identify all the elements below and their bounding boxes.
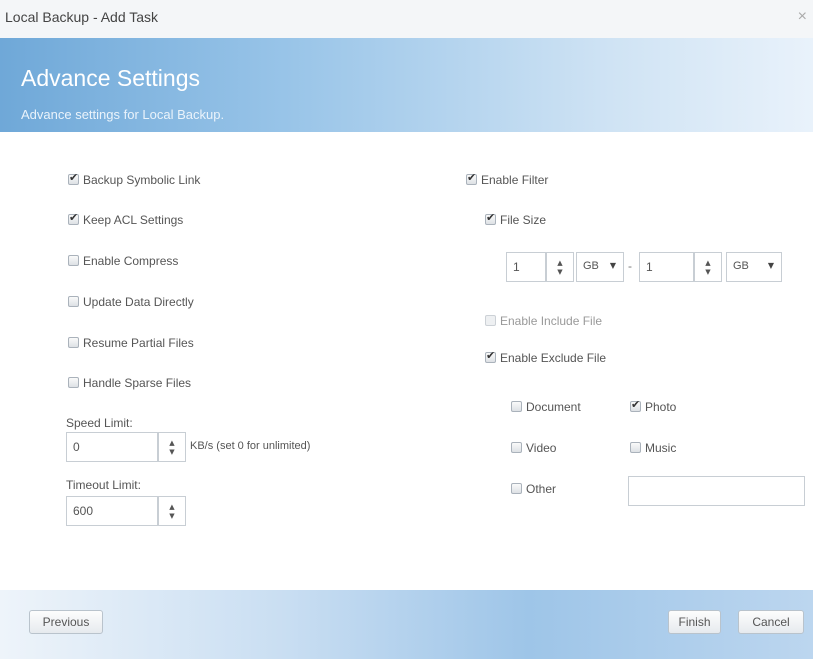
exclude-type-photo[interactable]: Photo	[630, 398, 677, 414]
checkbox-document[interactable]	[511, 401, 522, 413]
option-label: Video	[526, 440, 557, 455]
file-size-max-input[interactable]: 1	[639, 252, 694, 282]
checkbox-update-data-directly[interactable]	[68, 296, 79, 308]
option-label: Enable Include File	[500, 313, 603, 328]
option-label: File Size	[500, 212, 547, 227]
option-label: Other	[526, 481, 557, 496]
exclude-type-music[interactable]: Music	[630, 440, 676, 455]
exclude-type-other[interactable]: Other	[511, 481, 556, 496]
option-label: Keep ACL Settings	[83, 212, 184, 227]
previous-button[interactable]: Previous	[29, 610, 103, 634]
checkbox-enable-exclude-file[interactable]	[485, 349, 496, 364]
option-label: Enable Exclude File	[500, 350, 607, 365]
timeout-limit-spinner[interactable]: ▲ ▼	[158, 496, 186, 526]
checkbox-file-size[interactable]	[485, 211, 496, 226]
option-label: Enable Filter	[481, 172, 549, 187]
option-label: Photo	[645, 399, 677, 414]
page-subtitle: Advance settings for Local Backup.	[21, 107, 225, 122]
caret-down-icon: ▼	[767, 261, 774, 270]
dialog-footer: Previous Finish Cancel	[0, 590, 813, 659]
spinner-up-icon[interactable]: ▲	[557, 260, 562, 267]
file-size-min-spinner[interactable]: ▲ ▼	[546, 252, 574, 282]
option-resume-partial-files[interactable]: Resume Partial Files	[68, 335, 194, 350]
range-separator: -	[628, 259, 632, 273]
selected-unit: GB	[733, 260, 749, 272]
speed-limit-input[interactable]: 0	[66, 432, 158, 462]
exclude-type-document[interactable]: Document	[511, 399, 581, 414]
selected-unit: GB	[583, 260, 599, 272]
option-label: Resume Partial Files	[83, 335, 194, 350]
option-label: Update Data Directly	[83, 294, 194, 309]
file-size-min-input[interactable]: 1	[506, 252, 546, 282]
file-size-min-unit-select[interactable]: GB ▼	[576, 252, 624, 282]
checkbox-backup-symbolic-link[interactable]	[68, 171, 79, 186]
spinner-down-icon[interactable]: ▼	[169, 513, 174, 520]
speed-limit-hint: KB/s (set 0 for unlimited)	[190, 440, 311, 452]
option-enable-filter[interactable]: Enable Filter	[466, 171, 549, 187]
other-extension-input[interactable]	[628, 476, 805, 506]
dialog-title: Local Backup - Add Task	[5, 9, 159, 25]
checkbox-enable-filter[interactable]	[466, 171, 477, 186]
exclude-type-video[interactable]: Video	[511, 440, 556, 455]
option-enable-compress[interactable]: Enable Compress	[68, 253, 178, 268]
spinner-down-icon[interactable]: ▼	[169, 449, 174, 456]
option-label: Enable Compress	[83, 253, 179, 268]
caret-down-icon: ▼	[609, 261, 616, 270]
option-backup-symbolic-link[interactable]: Backup Symbolic Link	[68, 171, 201, 187]
checkbox-enable-compress[interactable]	[68, 255, 79, 267]
checkbox-photo[interactable]	[630, 398, 641, 413]
timeout-limit-label: Timeout Limit:	[66, 478, 141, 492]
checkbox-resume-partial-files[interactable]	[68, 337, 79, 349]
dialog-titlebar: Local Backup - Add Task ×	[0, 0, 813, 39]
option-handle-sparse-files[interactable]: Handle Sparse Files	[68, 375, 191, 390]
checkbox-handle-sparse-files[interactable]	[68, 377, 79, 389]
file-size-max-unit-select[interactable]: GB ▼	[726, 252, 782, 282]
cancel-button[interactable]: Cancel	[738, 610, 804, 634]
timeout-limit-input[interactable]: 600	[66, 496, 158, 526]
spinner-up-icon[interactable]: ▲	[705, 260, 710, 267]
option-file-size[interactable]: File Size	[485, 211, 547, 227]
checkbox-video[interactable]	[511, 442, 522, 454]
file-size-max-spinner[interactable]: ▲ ▼	[694, 252, 722, 282]
option-label: Document	[526, 399, 581, 414]
option-enable-include-file[interactable]: Enable Include File	[485, 313, 602, 328]
speed-limit-label: Speed Limit:	[66, 416, 133, 430]
settings-header: Advance Settings Advance settings for Lo…	[0, 38, 813, 132]
checkbox-other[interactable]	[511, 483, 522, 495]
page-title: Advance Settings	[21, 65, 201, 91]
option-keep-acl-settings[interactable]: Keep ACL Settings	[68, 211, 184, 227]
option-enable-exclude-file[interactable]: Enable Exclude File	[485, 349, 607, 365]
finish-button[interactable]: Finish	[668, 610, 721, 634]
checkbox-enable-include-file[interactable]	[485, 315, 496, 327]
spinner-up-icon[interactable]: ▲	[169, 504, 174, 511]
close-icon[interactable]: ×	[798, 8, 807, 26]
option-label: Handle Sparse Files	[83, 375, 192, 390]
spinner-down-icon[interactable]: ▼	[705, 269, 710, 276]
option-update-data-directly[interactable]: Update Data Directly	[68, 294, 194, 309]
checkbox-keep-acl-settings[interactable]	[68, 211, 79, 226]
option-label: Backup Symbolic Link	[83, 172, 201, 187]
spinner-down-icon[interactable]: ▼	[557, 269, 562, 276]
option-label: Music	[645, 440, 677, 455]
checkbox-music[interactable]	[630, 442, 641, 454]
speed-limit-spinner[interactable]: ▲ ▼	[158, 432, 186, 462]
spinner-up-icon[interactable]: ▲	[169, 440, 174, 447]
